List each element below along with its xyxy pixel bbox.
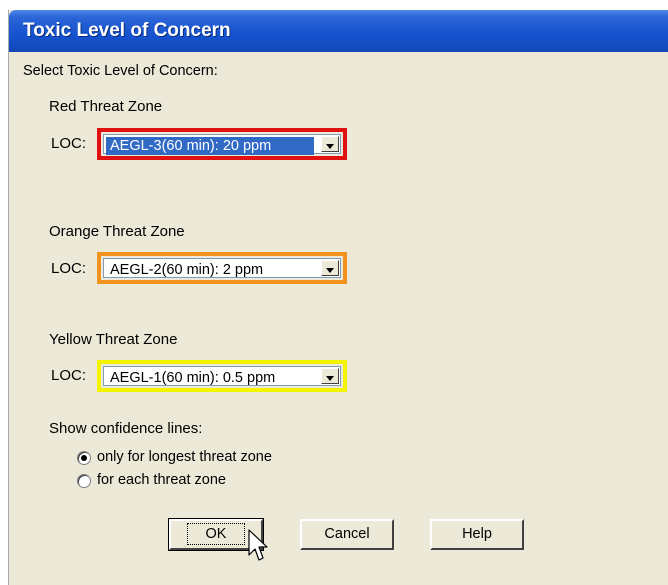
orange-loc-label: LOC: [51, 260, 87, 277]
yellow-loc-select[interactable]: AEGL-1(60 min): 0.5 ppm [103, 366, 341, 386]
window-title: Toxic Level of Concern [23, 20, 231, 41]
yellow-zone-label: Yellow Threat Zone [49, 331, 178, 348]
yellow-dropdown-arrow-icon[interactable] [321, 368, 339, 384]
dialog-window: Toxic Level of Concern Select Toxic Leve… [8, 10, 668, 585]
red-loc-label: LOC: [51, 135, 87, 152]
yellow-loc-label: LOC: [51, 367, 87, 384]
radio-unchecked-icon[interactable] [77, 474, 91, 488]
yellow-loc-value: AEGL-1(60 min): 0.5 ppm [110, 370, 276, 386]
confidence-lines-label: Show confidence lines: [49, 420, 203, 437]
orange-zone-label: Orange Threat Zone [49, 223, 185, 240]
ok-button-label: OK [186, 523, 246, 545]
help-button[interactable]: Help [430, 519, 524, 550]
red-zone-highlight: AEGL-3(60 min): 20 ppm [97, 128, 347, 160]
radio-each-zone-label: for each threat zone [97, 472, 226, 488]
mouse-pointer-icon [248, 529, 268, 561]
red-dropdown-arrow-icon[interactable] [321, 136, 339, 152]
instruction-text: Select Toxic Level of Concern: [23, 63, 218, 79]
title-bar[interactable]: Toxic Level of Concern [9, 10, 668, 52]
red-loc-value: AEGL-3(60 min): 20 ppm [106, 137, 314, 155]
orange-dropdown-arrow-icon[interactable] [321, 260, 339, 276]
orange-zone-highlight: AEGL-2(60 min): 2 ppm [97, 252, 347, 284]
cancel-button[interactable]: Cancel [300, 519, 394, 550]
orange-loc-select[interactable]: AEGL-2(60 min): 2 ppm [103, 258, 341, 278]
red-zone-label: Red Threat Zone [49, 98, 163, 115]
radio-checked-icon[interactable] [77, 451, 91, 465]
orange-loc-value: AEGL-2(60 min): 2 ppm [110, 262, 264, 278]
red-loc-select[interactable]: AEGL-3(60 min): 20 ppm [103, 134, 341, 155]
yellow-zone-highlight: AEGL-1(60 min): 0.5 ppm [97, 360, 347, 392]
radio-longest-zone-label: only for longest threat zone [97, 449, 272, 465]
